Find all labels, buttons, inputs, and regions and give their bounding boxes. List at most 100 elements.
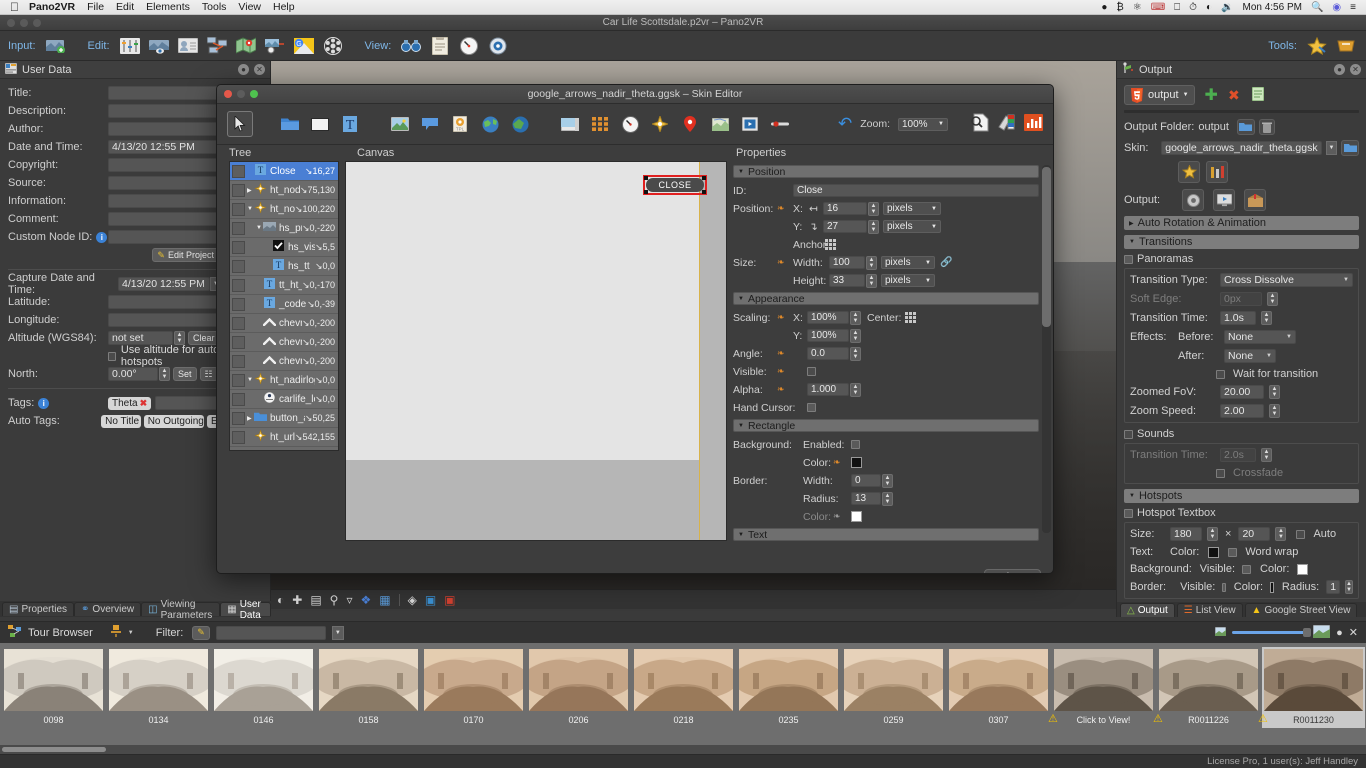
output-publish-button[interactable] <box>1244 189 1266 211</box>
map-tool-button[interactable] <box>707 111 733 137</box>
search-icon[interactable]: 🔍 <box>1311 2 1323 13</box>
menu-item-view[interactable]: View <box>238 1 261 13</box>
thumb-large-icon[interactable] <box>1312 624 1331 641</box>
tour-browser-strip[interactable]: 0098 0134 0146 0158 0170 0206 0218 0235 0259 0307… <box>0 643 1366 747</box>
skin-tree[interactable]: T Close ↘16,27 ▶ ht_node2↘75,130 ▼ ht_node↘100… <box>229 161 339 451</box>
y-stepper[interactable]: ▲ ▼ <box>868 219 879 234</box>
map-button[interactable] <box>234 34 258 58</box>
transitions-section-header[interactable]: ▼ Transitions <box>1124 235 1359 249</box>
menu-item-file[interactable]: File <box>87 1 104 13</box>
tree-row-ht-node2[interactable]: ▶ ht_node2↘75,130 <box>230 181 338 200</box>
tour-map-button[interactable] <box>205 34 229 58</box>
alpha-stepper[interactable]: ▲ ▼ <box>850 382 861 397</box>
close-element-selection[interactable]: CLOSE <box>643 175 707 195</box>
auto-tag-no-title[interactable]: No Title <box>101 414 141 428</box>
id-input[interactable]: Close <box>793 184 1039 197</box>
video-button[interactable] <box>321 34 345 58</box>
tour-browser-scrollbar-thumb[interactable] <box>2 747 106 752</box>
google-street-view-button[interactable]: G <box>292 34 316 58</box>
grid-button[interactable]: ▤ <box>310 593 321 607</box>
resize-handle-br[interactable] <box>702 190 706 194</box>
y-unit-select[interactable]: pixels ▼ <box>883 220 941 233</box>
height-stepper[interactable]: ▲ ▼ <box>866 273 877 288</box>
zoomed-fov-input[interactable]: 20.00 <box>1220 385 1264 399</box>
auto-tag-no-outgoing[interactable]: No Outgoing <box>143 414 204 428</box>
display-icon[interactable]: ⎕ <box>1174 2 1180 13</box>
hs-text-color-swatch[interactable] <box>1208 546 1220 558</box>
center-button[interactable]: ◈ <box>408 593 417 607</box>
angle-stepper[interactable]: ▲ ▼ <box>850 346 861 361</box>
tree-row-close[interactable]: T Close ↘16,27 <box>230 162 338 181</box>
resize-handle-bl[interactable] <box>644 190 648 194</box>
node-marker-tool-button[interactable] <box>647 111 673 137</box>
hotspots-section-header[interactable]: ▼ Hotspots <box>1124 489 1359 503</box>
tour-thumbnail[interactable]: ⚠ R0011226 <box>1153 647 1260 728</box>
settings-icon[interactable]: ⚛ <box>1133 2 1142 13</box>
anchor-grid[interactable] <box>825 239 836 250</box>
scale-x-input[interactable]: 100% <box>807 311 849 324</box>
visibility-toggle-icon[interactable] <box>232 183 245 197</box>
menu-item-help[interactable]: Help <box>273 1 295 13</box>
position-section-header[interactable]: ▼ Position <box>733 165 1039 178</box>
bg-color-share-icon[interactable]: ❧ <box>833 457 851 468</box>
hs-size-width-stepper[interactable]: ▲ ▼ <box>1207 527 1218 541</box>
panel-float-button[interactable]: ● <box>238 64 249 75</box>
hs-auto-checkbox[interactable] <box>1296 529 1306 539</box>
skin-browse-button[interactable] <box>1341 140 1359 156</box>
border-radius-stepper[interactable]: ▲ ▼ <box>882 491 893 506</box>
key-button[interactable]: ⚲ <box>330 593 339 607</box>
siri-icon[interactable]: ≡ <box>1350 2 1356 13</box>
control-center-icon[interactable]: ◉ <box>1332 2 1341 13</box>
tree-row--code[interactable]: T _code ↘0,-39 <box>230 295 338 314</box>
properties-scrollbar-thumb[interactable] <box>1042 167 1051 327</box>
visibility-toggle-icon[interactable] <box>232 240 245 254</box>
transition-type-select[interactable]: Cross Dissolve ▼ <box>1220 273 1353 287</box>
after-select[interactable]: None ▼ <box>1224 349 1276 363</box>
tour-thumbnail[interactable]: 0158 <box>317 647 420 728</box>
tree-row-chevron---[interactable]: chevron...↘0,-200 <box>230 352 338 371</box>
info-icon[interactable]: i <box>96 231 108 243</box>
width-stepper[interactable]: ▲ ▼ <box>866 255 877 270</box>
tour-browser-scrollbar[interactable] <box>0 745 1366 754</box>
properties-button[interactable] <box>428 34 452 58</box>
red-view-button[interactable]: ▣ <box>444 593 455 607</box>
tab-user-data[interactable]: ▦ User Data <box>220 599 271 621</box>
compass-tool-button[interactable] <box>617 111 643 137</box>
zoom-speed-stepper[interactable]: ▲ ▼ <box>1269 404 1280 418</box>
thumb-small-icon[interactable] <box>1214 626 1227 639</box>
tab-overview[interactable]: ⚭ Overview <box>74 602 142 616</box>
output-panel-float-button[interactable]: ● <box>1334 64 1345 75</box>
skin-editor-dialog[interactable]: google_arrows_nadir_theta.ggsk – Skin Ed… <box>216 84 1054 574</box>
x-input[interactable]: 16 <box>823 202 867 215</box>
bg-color-swatch[interactable] <box>851 457 862 468</box>
hs-wordwrap-checkbox[interactable] <box>1228 547 1238 557</box>
tour-thumbnail[interactable]: 0098 <box>2 647 105 728</box>
chevron-down-icon[interactable]: ▼ <box>256 225 263 231</box>
north-copy-button[interactable]: ☷ <box>199 367 218 381</box>
output-folder-open-button[interactable] <box>1236 119 1255 135</box>
transition-time-stepper[interactable]: ▲ ▼ <box>1261 311 1272 325</box>
chevron-down-icon[interactable]: ▼ <box>1183 92 1189 98</box>
north-set-button[interactable]: Set <box>173 367 197 381</box>
sort-dropdown-icon[interactable]: ▼ <box>128 630 134 636</box>
skin-dropdown-icon[interactable]: ▼ <box>1325 141 1338 155</box>
capture-date-input[interactable]: 4/13/20 12:55 PM <box>118 277 210 291</box>
bg-enabled-checkbox[interactable] <box>851 440 860 449</box>
tour-thumbnail[interactable]: ⚠ R0011230 <box>1258 647 1365 728</box>
tab-properties[interactable]: ▤ Properties <box>2 602 75 616</box>
output-settings-button[interactable] <box>1182 189 1204 211</box>
globe-tool-button[interactable] <box>477 111 503 137</box>
resize-handle-tl[interactable] <box>644 176 648 180</box>
overview-button[interactable] <box>399 34 423 58</box>
hs-radius-input[interactable]: 1 <box>1326 580 1341 594</box>
viewing-params-button[interactable] <box>457 34 481 58</box>
tree-row-hs-tt[interactable]: Ths_tt ↘0,0 <box>230 257 338 276</box>
user-data-button[interactable] <box>176 34 200 58</box>
chevron-down-icon[interactable]: ▼ <box>247 206 254 212</box>
tour-thumbnail[interactable]: 0206 <box>527 647 630 728</box>
filter-pencil-button[interactable]: ✎ <box>192 625 210 640</box>
earth-tool-button[interactable] <box>507 111 533 137</box>
tour-thumbnail[interactable]: 0307 <box>947 647 1050 728</box>
zoomed-fov-stepper[interactable]: ▲ ▼ <box>1269 385 1280 399</box>
output-format-button[interactable]: output ▼ <box>1124 85 1195 105</box>
